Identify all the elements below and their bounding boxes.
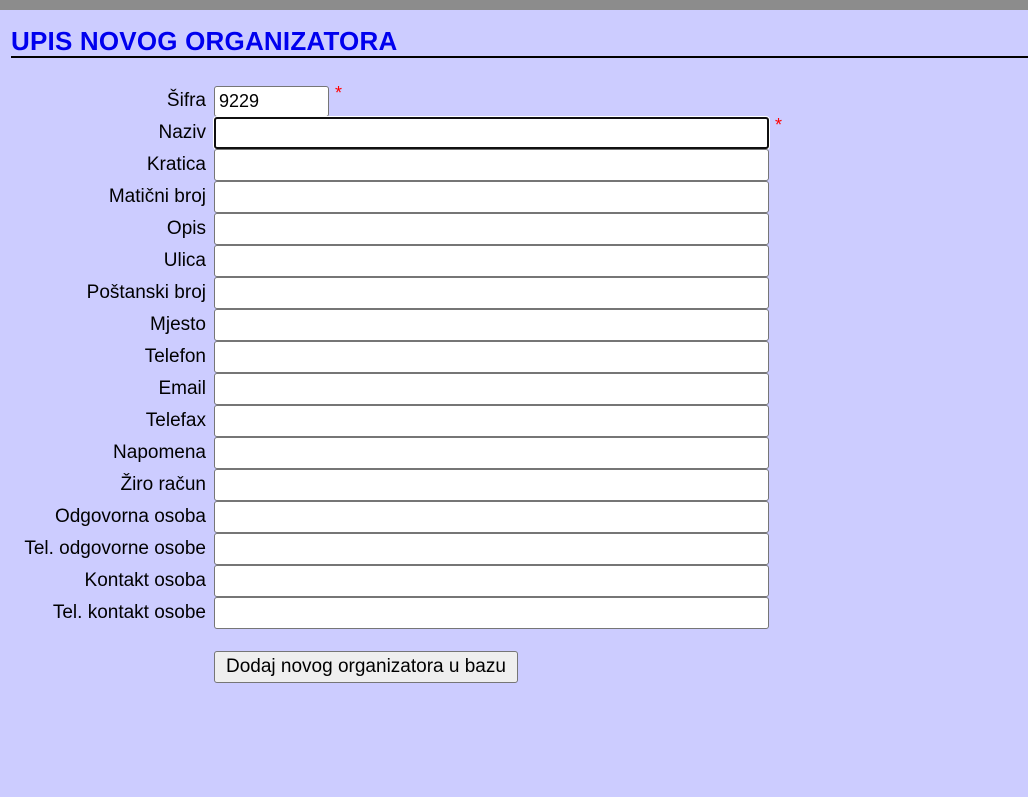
form-row-naziv: Naziv * [0,115,1028,149]
opis-input[interactable] [214,213,769,245]
tel-kontakt-osobe-label: Tel. kontakt osobe [52,602,206,623]
tel-kontakt-osobe-input[interactable] [214,597,769,629]
page-title: UPIS NOVOG ORGANIZATORA [11,26,398,56]
kontakt-osoba-label: Kontakt osoba [84,570,206,591]
form-row-tel-odgovorne-osobe: Tel. odgovorne osobe [0,533,1028,565]
sifra-label: Šifra [166,90,206,111]
postanski-broj-input[interactable] [214,277,769,309]
sifra-input[interactable] [214,86,329,117]
required-marker: * [775,115,783,135]
tel-odgovorne-osobe-label: Tel. odgovorne osobe [24,538,206,559]
tel-odgovorne-osobe-input[interactable] [214,533,769,565]
telefon-input[interactable] [214,341,769,373]
telefax-input[interactable] [214,405,769,437]
form-row-opis: Opis [0,213,1028,245]
form-row-napomena: Napomena [0,437,1028,469]
telefon-label: Telefon [144,346,206,367]
form-row-mjesto: Mjesto [0,309,1028,341]
form-row-kratica: Kratica [0,149,1028,181]
form-row-telefon: Telefon [0,341,1028,373]
top-bar [0,0,1028,10]
odgovorna-osoba-label: Odgovorna osoba [54,506,206,527]
napomena-label: Napomena [113,442,206,463]
napomena-input[interactable] [214,437,769,469]
naziv-input[interactable] [214,117,769,149]
form-row-telefax: Telefax [0,405,1028,437]
ziro-racun-label: Žiro račun [120,474,206,495]
naziv-label: Naziv [158,122,206,143]
email-input[interactable] [214,373,769,405]
form-row-kontakt-osoba: Kontakt osoba [0,565,1028,597]
odgovorna-osoba-input[interactable] [214,501,769,533]
kratica-input[interactable] [214,149,769,181]
opis-label: Opis [166,218,206,239]
ulica-input[interactable] [214,245,769,277]
maticni-broj-input[interactable] [214,181,769,213]
form-row-tel-kontakt-osobe: Tel. kontakt osobe [0,597,1028,629]
email-label: Email [158,378,206,399]
maticni-broj-label: Matični broj [108,186,206,207]
form-row-maticni-broj: Matični broj [0,181,1028,213]
mjesto-label: Mjesto [150,314,206,335]
form-row-ziro-racun: Žiro račun [0,469,1028,501]
required-marker: * [335,83,343,103]
form-row-postanski-broj: Poštanski broj [0,277,1028,309]
form-row-ulica: Ulica [0,245,1028,277]
add-organizer-button[interactable]: Dodaj novog organizatora u bazu [214,651,518,683]
ulica-label: Ulica [163,250,206,271]
form-row-sifra: Šifra * [0,83,1028,117]
telefax-label: Telefax [145,410,206,431]
title-divider [11,56,1028,58]
postanski-broj-label: Poštanski broj [86,282,206,303]
form-row-email: Email [0,373,1028,405]
mjesto-input[interactable] [214,309,769,341]
form-row-odgovorna-osoba: Odgovorna osoba [0,501,1028,533]
kratica-label: Kratica [146,154,206,175]
ziro-racun-input[interactable] [214,469,769,501]
kontakt-osoba-input[interactable] [214,565,769,597]
